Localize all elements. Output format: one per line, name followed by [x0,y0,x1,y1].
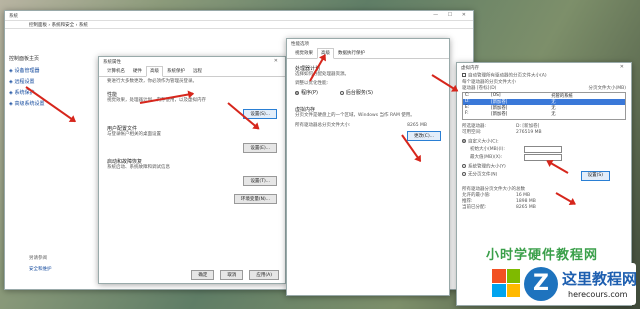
window-controls[interactable]: — ☐ ✕ [433,12,470,18]
dialog-titlebar: 虚拟内存 ✕ [461,64,628,71]
close-icon[interactable]: ✕ [274,58,282,64]
z-logo-icon: Z [524,267,558,301]
virtual-memory-desc: 分页文件是硬盘上的一个区域，Windows 当作 RAM 使用。 [295,113,415,118]
site-name: 这里教程网 [562,270,638,288]
startup-settings-button[interactable]: 设置(T)... [243,176,277,186]
breadcrumb: 控制面板 › 系统和安全 › 系统 [5,20,473,29]
tab-advanced[interactable]: 高级 [146,66,163,77]
allocated-value: 8265 MB [516,204,536,210]
drive-list[interactable]: C: [OS] 托管的系统 D: [新加卷] 无 E: [新加卷] 无 F: [新加卷] 无 [462,91,626,120]
sidebar-heading[interactable]: 控制面板主页 [9,55,89,62]
perf-tabs: 视觉效果 高级 数据执行保护 [287,48,449,59]
no-paging-radio[interactable]: 无分页文件(N) [462,172,497,179]
custom-size-radio[interactable]: 自定义大小(C): [462,138,626,146]
shield-icon: ◈ [9,101,13,107]
optimize-label: 调整以优化性能: [295,81,329,86]
tab-visual-effects[interactable]: 视觉效果 [291,48,317,58]
system-titlebar: 系统 — ☐ ✕ [5,11,473,20]
free-space-row: 可用空间: 276519 MB [462,129,542,135]
total-paging-value: 8265 MB [407,123,427,128]
programs-radio[interactable]: 程序(P) [295,89,318,96]
overlay-caption: 小时学硬件教程网 [486,248,599,263]
shield-icon: ◈ [9,68,13,74]
tab-protection[interactable]: 系统保护 [163,66,189,76]
dialog-titlebar: 性能选项 [291,42,309,47]
ok-button[interactable]: 确定 [191,270,215,280]
shield-icon: ◈ [9,90,13,96]
dialog-titlebar: 系统属性 ✕ [103,58,282,65]
sysprops-tabs: 计算机名 硬件 高级 系统保护 远程 [99,66,285,77]
admin-note: 要进行大多数更改，你必须作为管理员登录。 [107,79,197,84]
profiles-settings-button[interactable]: 设置(E)... [243,143,277,153]
close-icon[interactable]: ✕ [620,64,628,70]
tab-hardware[interactable]: 硬件 [129,66,146,76]
see-also: 另请参阅 安全和维护 [29,256,52,272]
apply-button[interactable]: 应用(A) [249,270,279,280]
total-paging-label: 所有驱动器总分页文件大小: [295,123,351,128]
watermark-logo: Z 这里教程网 herecours.com [488,263,638,305]
table-row[interactable]: F: [新加卷] 无 [463,111,625,117]
security-link[interactable]: 安全和维护 [29,266,52,272]
tab-computer-name[interactable]: 计算机名 [103,66,129,76]
cancel-button[interactable]: 取消 [220,270,244,280]
set-button[interactable]: 设置(S) [580,170,610,181]
performance-desc: 视觉效果，处理器计划，内存使用，以及虚拟内存 [107,98,277,104]
change-button[interactable]: 更改(C)... [407,131,441,141]
max-size-input[interactable] [524,154,562,161]
environment-variables-button[interactable]: 环境变量(N)... [233,194,277,204]
shield-icon: ◈ [9,79,13,85]
sidebar-item-device-manager[interactable]: ◈ 设备管理器 [9,67,89,74]
sidebar-item-protection[interactable]: ◈ 系统保护 [9,89,89,96]
tab-remote[interactable]: 远程 [189,66,206,76]
startup-desc: 系统启动、系统故障和调试信息 [107,165,170,170]
tab-dep[interactable]: 数据执行保护 [334,48,369,58]
performance-settings-button[interactable]: 设置(S)... [243,109,277,119]
sidebar-item-remote[interactable]: ◈ 远程设置 [9,78,89,85]
system-sidebar: 控制面板主页 ◈ 设备管理器 ◈ 远程设置 ◈ 系统保护 ◈ 高级系统设置 [9,55,89,107]
windows-logo-icon [492,269,520,297]
background-radio[interactable]: 后台服务(S) [339,89,373,96]
virtual-memory-heading: 虚拟内存 [295,107,316,113]
profiles-desc: 与登录帐户相关的桌面设置 [107,132,161,137]
window-title: 系统 [9,14,18,19]
initial-size-input[interactable] [524,146,562,153]
startup-heading: 启动和故障恢复 [107,159,143,165]
site-url: herecours.com [568,290,628,299]
processor-desc: 选择如何分配处理器资源。 [295,72,349,77]
